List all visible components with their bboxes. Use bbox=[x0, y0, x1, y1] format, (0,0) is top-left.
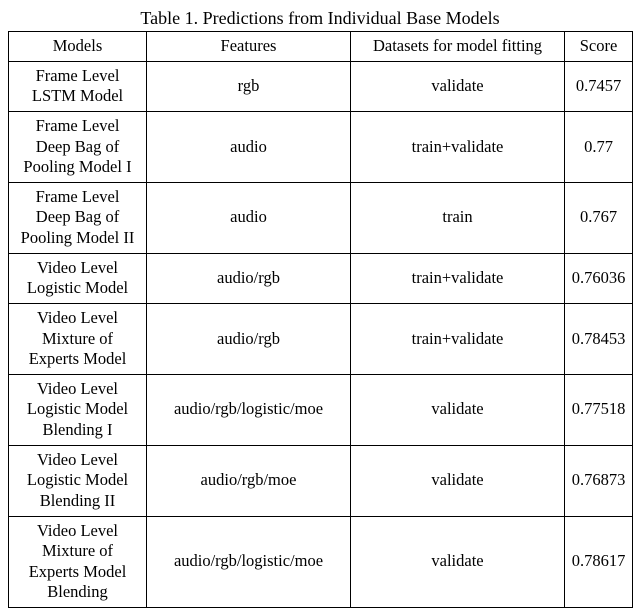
cell-score: 0.78617 bbox=[565, 516, 633, 608]
table-row: Video LevelLogistic ModelBlending IIaudi… bbox=[9, 445, 633, 516]
cell-score: 0.77 bbox=[565, 111, 633, 182]
cell-datasets: validate bbox=[351, 445, 565, 516]
cell-features: audio/rgb/logistic/moe bbox=[147, 516, 351, 608]
table-row: Frame LevelDeep Bag ofPooling Model Iaud… bbox=[9, 111, 633, 182]
cell-score: 0.76036 bbox=[565, 253, 633, 303]
table-row: Frame LevelLSTM Modelrgbvalidate0.7457 bbox=[9, 61, 633, 111]
cell-datasets: train bbox=[351, 182, 565, 253]
cell-features: audio bbox=[147, 111, 351, 182]
cell-model: Frame LevelDeep Bag ofPooling Model I bbox=[9, 111, 147, 182]
cell-datasets: validate bbox=[351, 61, 565, 111]
cell-score: 0.77518 bbox=[565, 374, 633, 445]
cell-features: audio bbox=[147, 182, 351, 253]
cell-datasets: validate bbox=[351, 374, 565, 445]
table-row: Frame LevelDeep Bag ofPooling Model IIau… bbox=[9, 182, 633, 253]
cell-features: audio/rgb bbox=[147, 253, 351, 303]
cell-datasets: validate bbox=[351, 516, 565, 608]
cell-datasets: train+validate bbox=[351, 111, 565, 182]
cell-score: 0.7457 bbox=[565, 61, 633, 111]
header-score: Score bbox=[565, 32, 633, 62]
header-datasets: Datasets for model fitting bbox=[351, 32, 565, 62]
table-header-row: Models Features Datasets for model fitti… bbox=[9, 32, 633, 62]
cell-datasets: train+validate bbox=[351, 303, 565, 374]
cell-model: Video LevelLogistic ModelBlending II bbox=[9, 445, 147, 516]
cell-features: audio/rgb/logistic/moe bbox=[147, 374, 351, 445]
cell-features: audio/rgb/moe bbox=[147, 445, 351, 516]
cell-model: Frame LevelDeep Bag ofPooling Model II bbox=[9, 182, 147, 253]
header-features: Features bbox=[147, 32, 351, 62]
cell-model: Video LevelLogistic ModelBlending I bbox=[9, 374, 147, 445]
cell-model: Frame LevelLSTM Model bbox=[9, 61, 147, 111]
table-caption: Table 1. Predictions from Individual Bas… bbox=[8, 8, 632, 29]
table-row: Video LevelLogistic Modelaudio/rgbtrain+… bbox=[9, 253, 633, 303]
cell-features: audio/rgb bbox=[147, 303, 351, 374]
table-row: Video LevelMixture ofExperts ModelBlendi… bbox=[9, 516, 633, 608]
cell-score: 0.78453 bbox=[565, 303, 633, 374]
cell-model: Video LevelLogistic Model bbox=[9, 253, 147, 303]
cell-model: Video LevelMixture ofExperts ModelBlendi… bbox=[9, 516, 147, 608]
table-row: Video LevelMixture ofExperts Modelaudio/… bbox=[9, 303, 633, 374]
cell-features: rgb bbox=[147, 61, 351, 111]
predictions-table: Models Features Datasets for model fitti… bbox=[8, 31, 633, 608]
cell-score: 0.76873 bbox=[565, 445, 633, 516]
table-row: Video LevelLogistic ModelBlending Iaudio… bbox=[9, 374, 633, 445]
cell-score: 0.767 bbox=[565, 182, 633, 253]
cell-datasets: train+validate bbox=[351, 253, 565, 303]
header-models: Models bbox=[9, 32, 147, 62]
cell-model: Video LevelMixture ofExperts Model bbox=[9, 303, 147, 374]
